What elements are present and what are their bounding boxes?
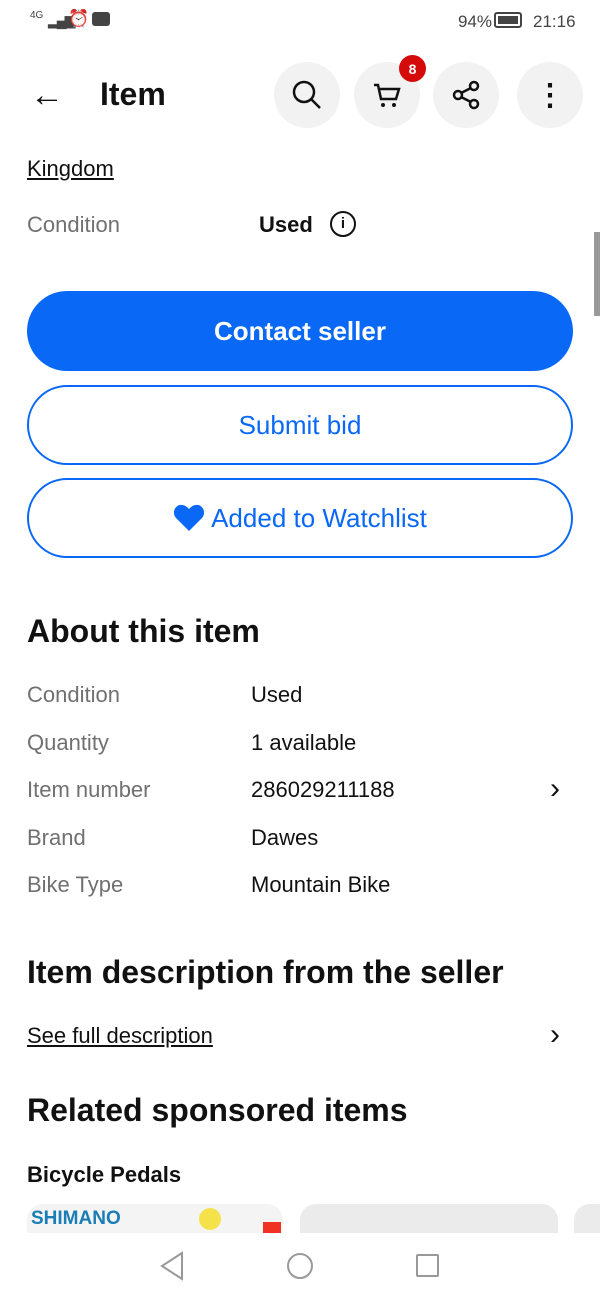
about-value: 286029211188 — [251, 777, 395, 802]
heart-icon — [174, 504, 205, 531]
battery-icon — [494, 12, 522, 28]
nav-back-icon[interactable] — [158, 1251, 186, 1281]
navigation-bar — [0, 1233, 600, 1299]
clock: 21:16 — [533, 12, 576, 31]
status-bar: 4G ▂▄▆ ⏰ 94% 21:16 — [0, 0, 600, 44]
network-indicator: 4G — [30, 10, 44, 21]
search-button[interactable] — [274, 62, 340, 128]
info-icon[interactable]: i — [330, 211, 356, 237]
related-item-card[interactable] — [574, 1204, 600, 1234]
condition-label: Condition — [27, 212, 120, 237]
watchlist-label: Added to Watchlist — [211, 502, 427, 533]
related-item-card[interactable]: SHIMANO — [27, 1204, 283, 1234]
about-value: Used — [251, 682, 303, 707]
share-button[interactable] — [433, 62, 499, 128]
search-icon — [292, 80, 321, 109]
cart-icon — [374, 83, 401, 107]
nav-home-icon[interactable] — [287, 1253, 313, 1279]
about-label: Item number — [27, 777, 151, 802]
about-title: About this item — [27, 613, 260, 649]
related-title: Related sponsored items — [27, 1092, 408, 1128]
about-label: Brand — [27, 825, 86, 850]
shimano-logo: SHIMANO — [31, 1208, 121, 1229]
about-value: Mountain Bike — [251, 872, 391, 897]
more-vertical-icon: ⋮ — [535, 78, 565, 112]
related-item-card[interactable] — [300, 1204, 558, 1234]
condition-value: Used — [259, 212, 313, 237]
chevron-right-icon[interactable]: › — [550, 772, 560, 806]
more-options-button[interactable]: ⋮ — [517, 62, 583, 128]
share-icon — [452, 80, 480, 110]
see-full-description-link[interactable]: See full description — [27, 1023, 213, 1049]
battery-percent: 94% — [458, 12, 493, 31]
location-link[interactable]: Kingdom — [27, 156, 114, 182]
back-button[interactable]: ← — [30, 76, 64, 115]
about-value: 1 available — [251, 730, 357, 755]
chevron-right-icon[interactable]: › — [550, 1018, 560, 1052]
submit-bid-button[interactable]: Submit bid — [27, 385, 573, 465]
alarm-icon: ⏰ — [68, 9, 90, 28]
cart-count-badge: 8 — [399, 55, 426, 82]
about-label: Quantity — [27, 730, 109, 755]
youtube-icon — [92, 12, 110, 26]
contact-seller-button[interactable]: Contact seller — [27, 291, 573, 371]
about-label: Bike Type — [27, 872, 124, 897]
about-label: Condition — [27, 682, 120, 707]
scrollbar[interactable] — [594, 232, 600, 316]
page-title: Item — [100, 76, 166, 112]
description-title: Item description from the seller — [27, 954, 504, 990]
about-value: Dawes — [251, 825, 319, 850]
nav-recents-icon[interactable] — [416, 1254, 439, 1277]
related-category: Bicycle Pedals — [27, 1162, 182, 1187]
product-image — [199, 1208, 221, 1230]
watchlist-button[interactable]: Added to Watchlist — [27, 478, 573, 558]
